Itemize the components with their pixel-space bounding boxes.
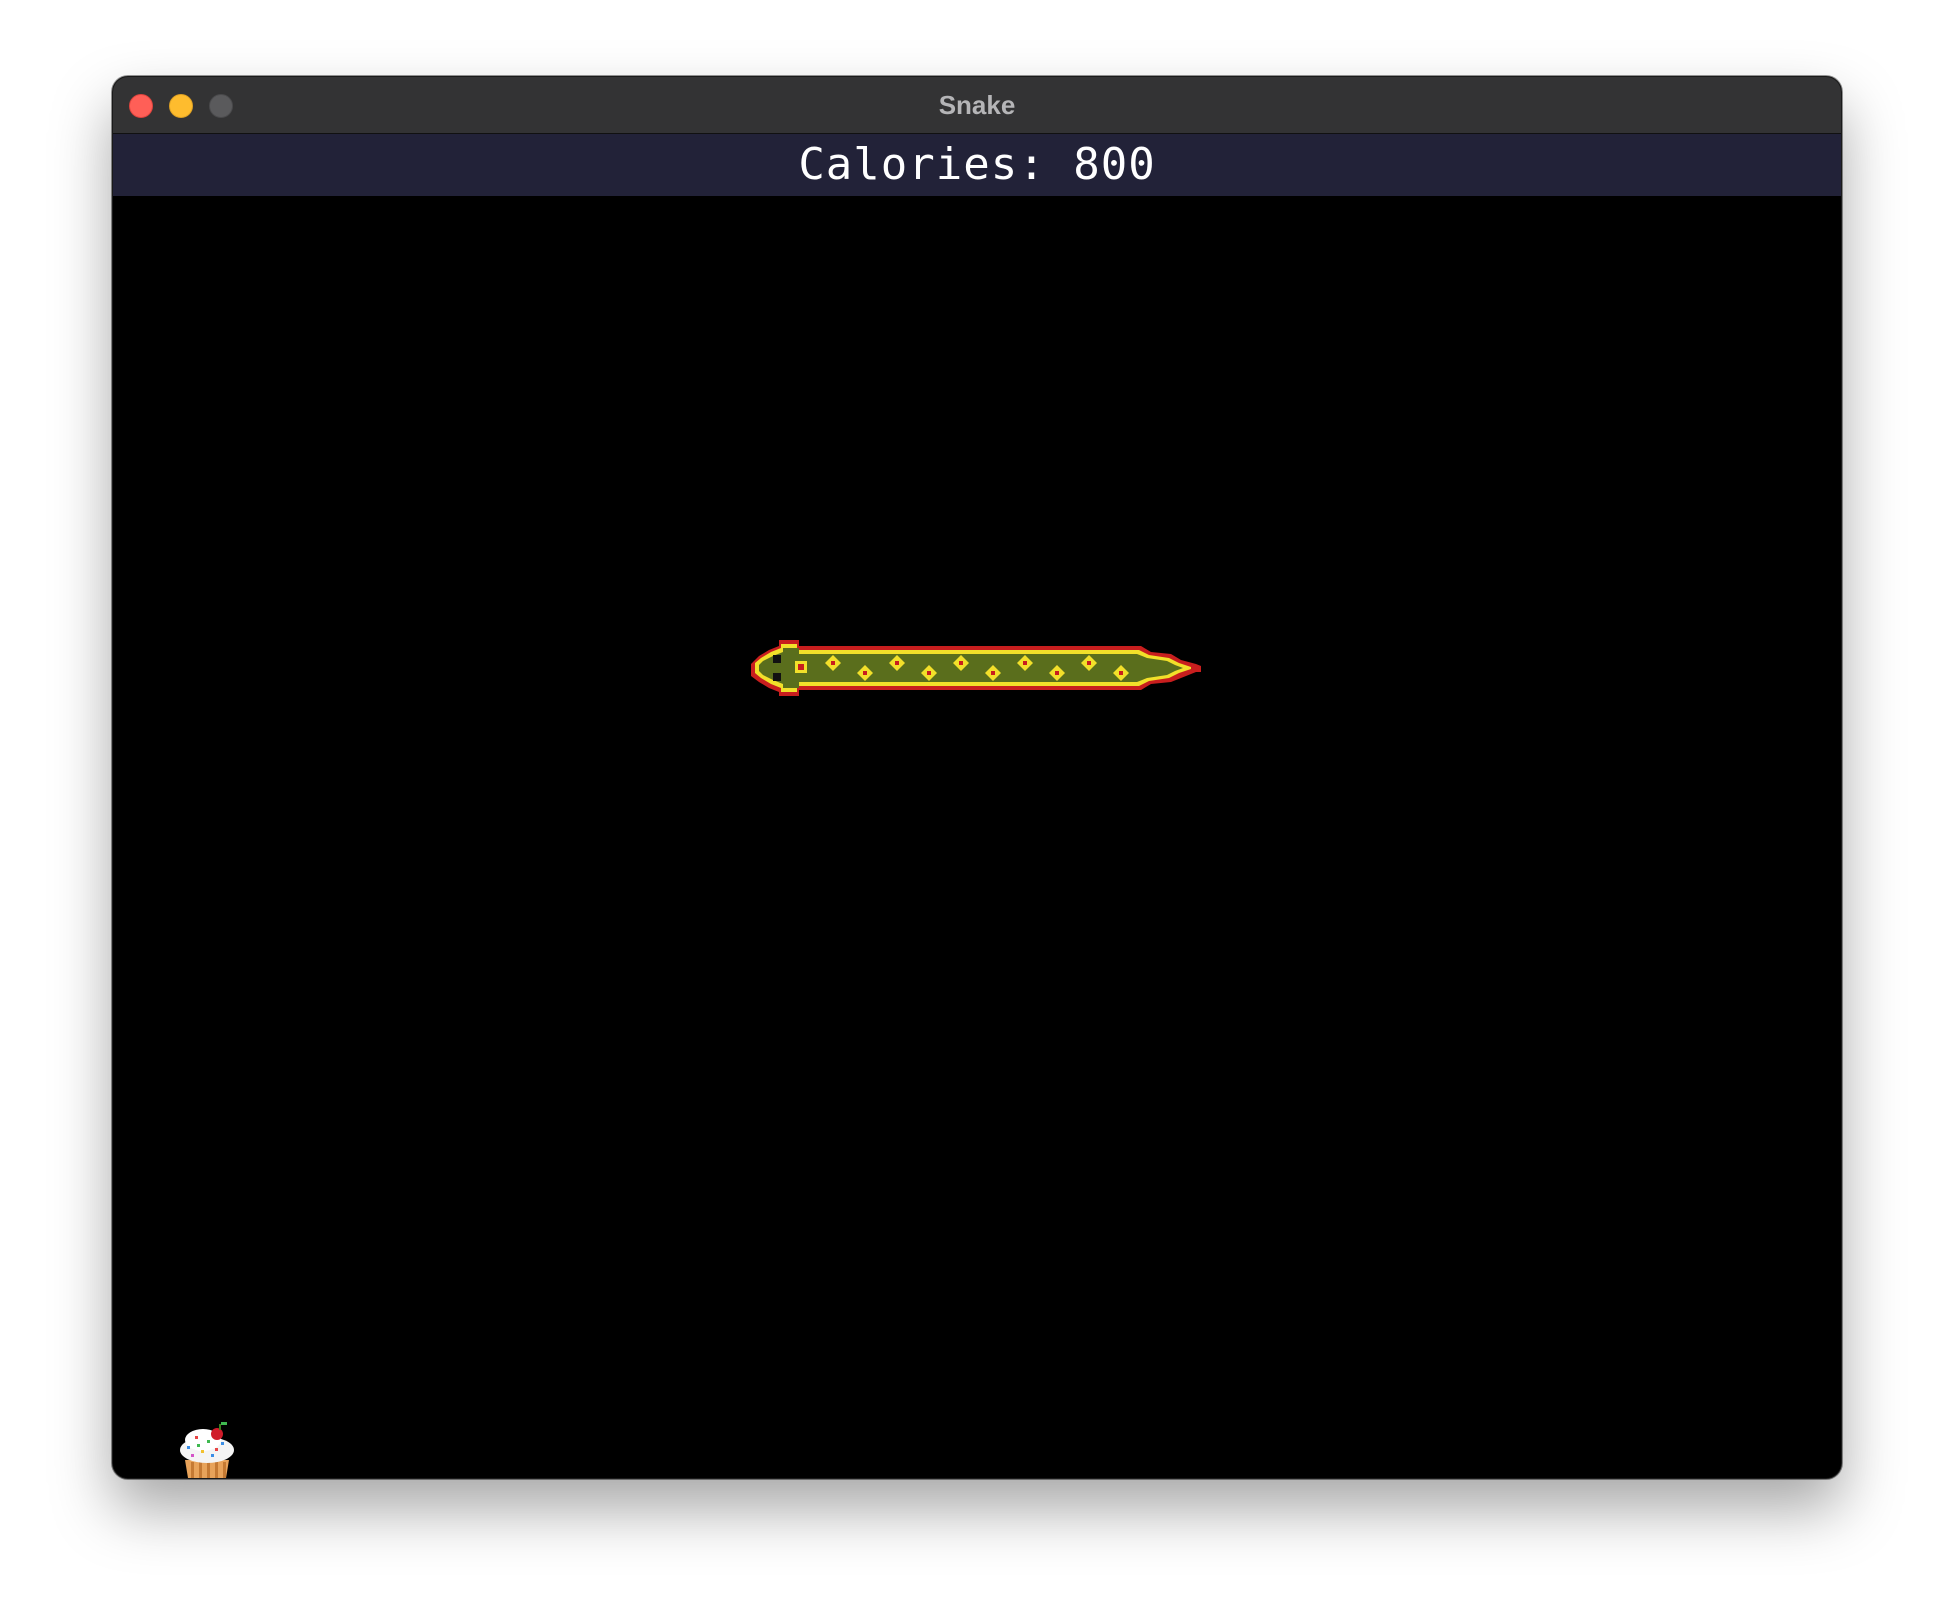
game-window: Snake Calories: 800 [112, 76, 1842, 1479]
game-board[interactable] [113, 196, 1841, 1478]
snake-head-mark [773, 655, 781, 663]
title-bar[interactable]: Snake [113, 77, 1841, 134]
calories-counter: Calories: 800 [798, 139, 1156, 190]
score-bar: Calories: 800 [113, 134, 1841, 196]
cupcake-icon [180, 1422, 234, 1478]
window-title: Snake [938, 90, 1016, 120]
snake [751, 640, 1201, 696]
